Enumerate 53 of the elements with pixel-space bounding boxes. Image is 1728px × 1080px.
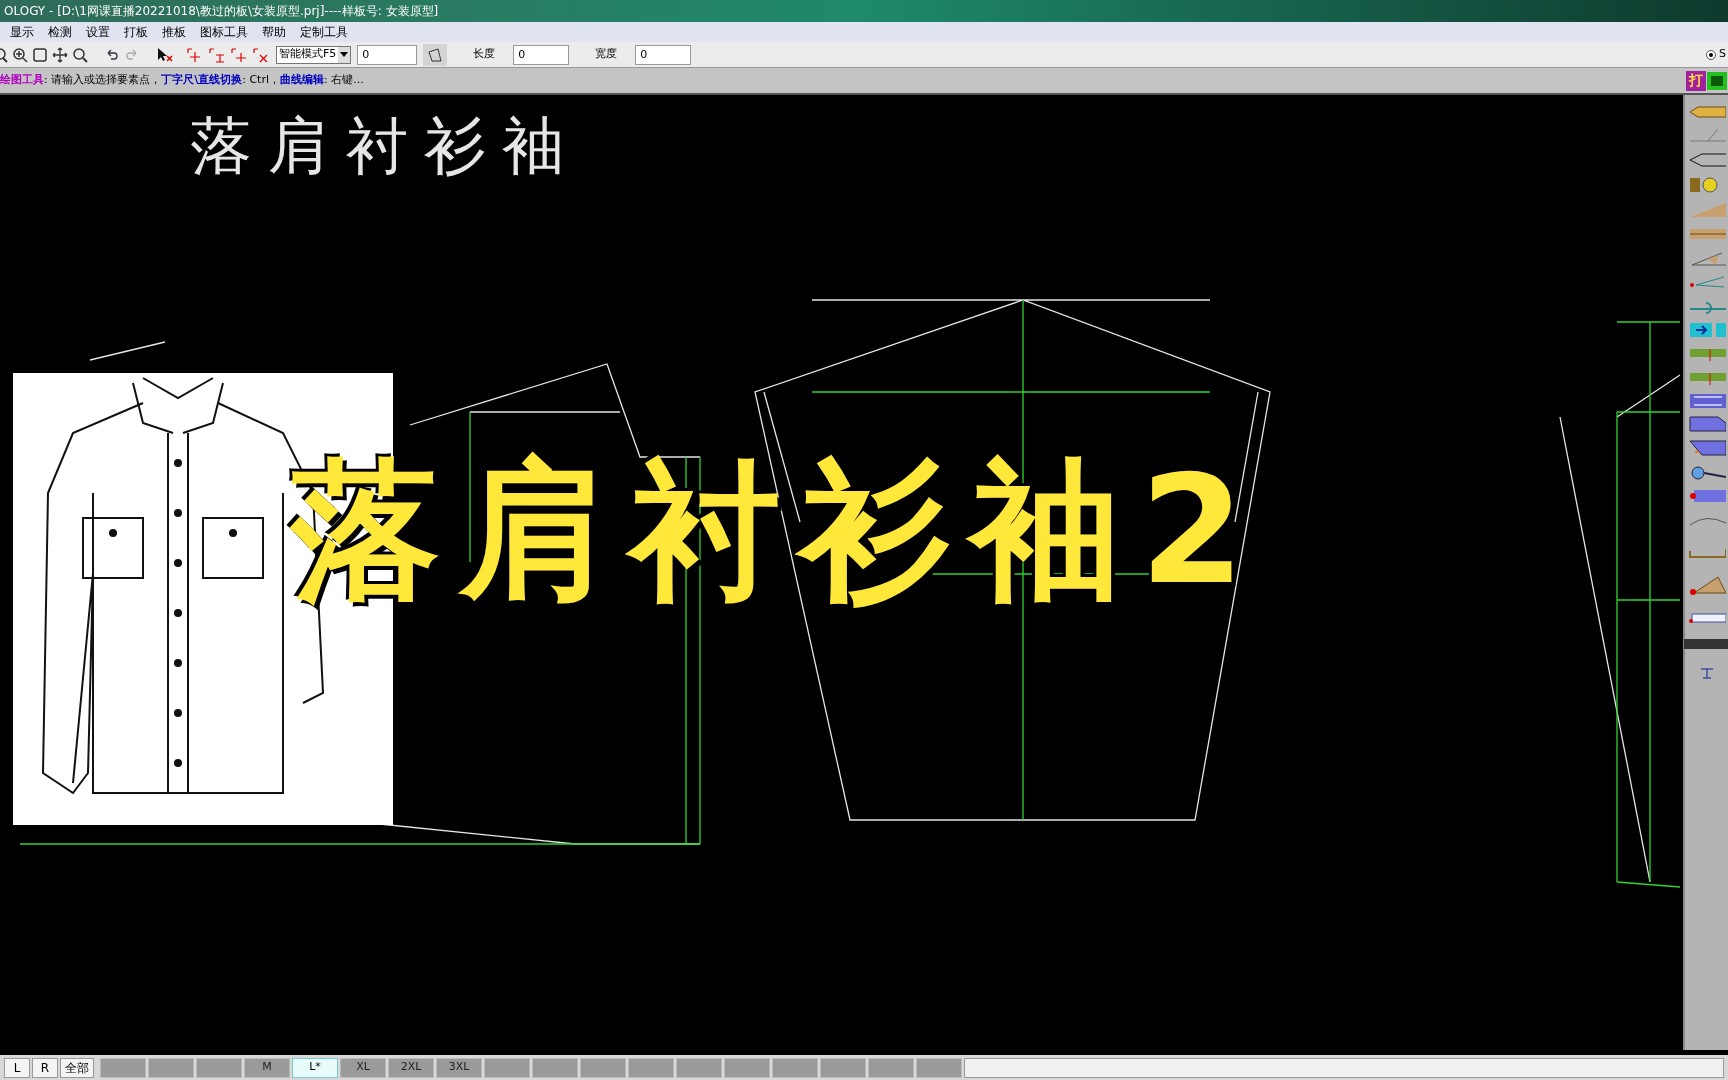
mode-dropdown[interactable]: 智能模式F5 — [276, 45, 352, 64]
menu-item[interactable]: 推板 — [162, 23, 186, 41]
palette-separator — [1684, 639, 1728, 649]
frame-icon[interactable] — [32, 46, 48, 63]
menu-item[interactable]: 显示 — [10, 23, 34, 41]
status-hint: 绘图工具: 请输入或选择要素点，丁字尺\直线切换: Ctrl，曲线编辑: 右键... — [0, 72, 364, 89]
radio-button[interactable] — [1706, 49, 1716, 60]
caret-icon — [340, 52, 349, 57]
point-icon[interactable] — [208, 46, 226, 63]
width-label: 宽度 — [595, 46, 618, 63]
size-tab[interactable]: 2XL — [388, 1057, 434, 1078]
select-icon[interactable] — [156, 46, 174, 63]
line-icon[interactable] — [1687, 127, 1726, 145]
piece-icon[interactable] — [1687, 415, 1726, 433]
piece-icon[interactable] — [1687, 439, 1726, 457]
size-tab[interactable]: 3XL — [436, 1057, 482, 1078]
compass-icon[interactable] — [1687, 151, 1726, 169]
zoom-in-icon[interactable] — [12, 46, 28, 63]
needle-icon[interactable] — [1687, 273, 1726, 291]
width-field[interactable]: 0 — [635, 44, 692, 65]
zoom-icon[interactable] — [72, 46, 88, 63]
radio-label: S — [1719, 46, 1726, 63]
size-tab[interactable]: XL — [340, 1057, 386, 1078]
set-square-icon[interactable] — [1687, 575, 1726, 597]
point-icon[interactable] — [230, 46, 248, 63]
menu-item[interactable]: 打板 — [124, 23, 148, 41]
text-tool-icon[interactable] — [1687, 393, 1726, 409]
piece-icon[interactable] — [1687, 487, 1726, 505]
length-field[interactable]: 0 — [513, 44, 570, 65]
pattern-title: 落肩衬衫袖 — [190, 108, 580, 184]
pencil-icon[interactable] — [1687, 103, 1726, 121]
size-tab[interactable]: M — [244, 1057, 290, 1078]
size-filter-button[interactable]: L — [4, 1057, 30, 1078]
size-tab[interactable]: L* — [292, 1057, 338, 1078]
size-filter-button[interactable]: 全部 — [60, 1057, 94, 1078]
move-icon[interactable] — [52, 46, 68, 63]
menu-item[interactable]: 帮助 — [262, 23, 286, 41]
menu-item[interactable]: 图标工具 — [200, 23, 248, 41]
value-field[interactable]: 0 — [357, 44, 418, 65]
arrow-icon[interactable] — [1687, 321, 1726, 339]
menu-item[interactable]: 设置 — [86, 23, 110, 41]
ruler-icon[interactable] — [1687, 611, 1726, 625]
table-icon[interactable] — [1699, 667, 1714, 679]
tool-button[interactable] — [423, 43, 448, 66]
zoom-out-icon[interactable] — [0, 46, 8, 63]
mode-badge[interactable]: 打 — [1686, 70, 1706, 91]
point-icon[interactable] — [252, 46, 270, 63]
menu-item[interactable]: 检测 — [48, 23, 72, 41]
shape-icon — [427, 47, 444, 62]
window-title: OLOGY - [D:\1网课直播20221018\教过的板\女装原型.prj]----样板号: 女装原型] — [4, 3, 439, 20]
size-filter-button[interactable]: R — [32, 1057, 58, 1078]
length-label: 长度 — [473, 46, 496, 63]
menu-item[interactable]: 定制工具 — [300, 23, 348, 41]
